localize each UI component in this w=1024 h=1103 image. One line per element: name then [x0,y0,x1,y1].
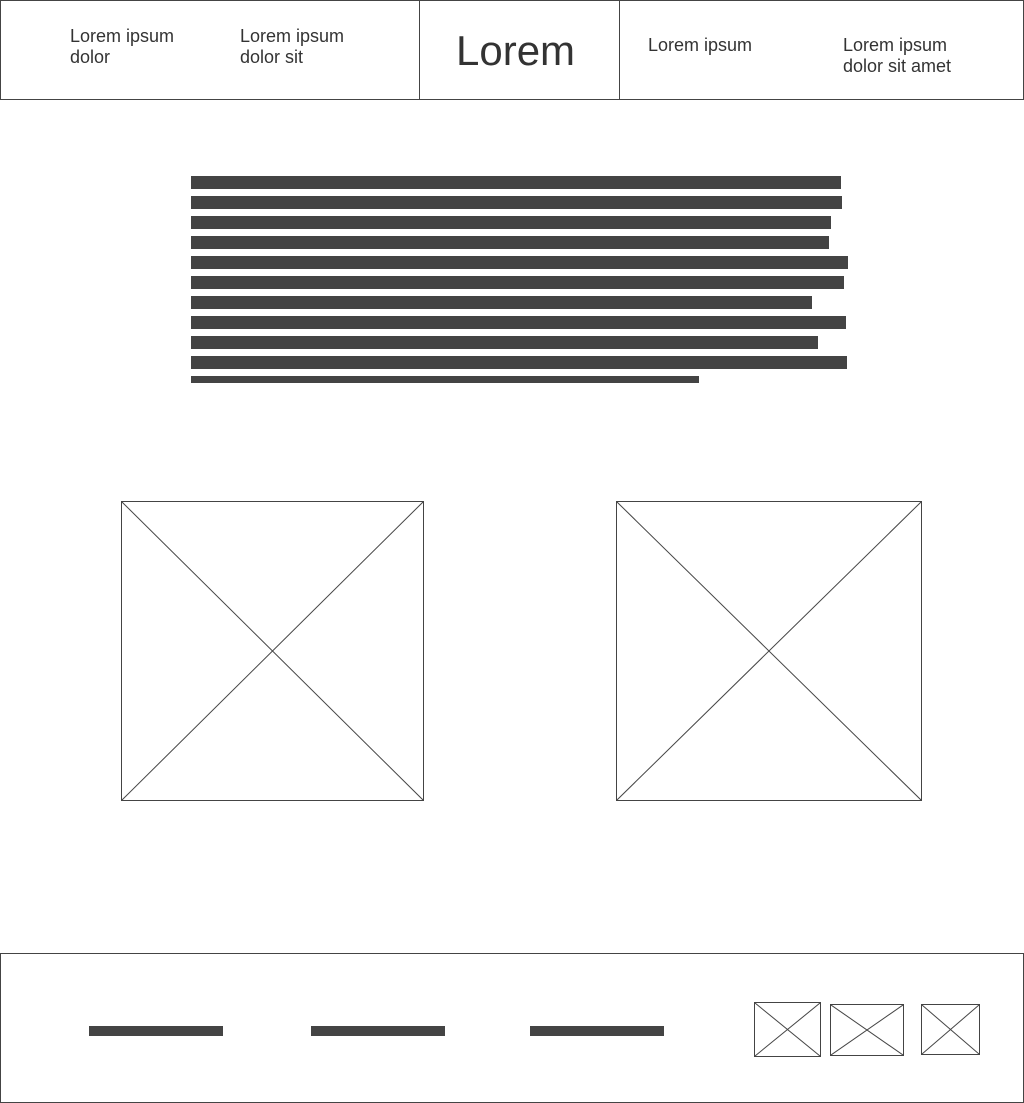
text-line [191,276,844,289]
text-line [191,236,829,249]
nav-item-3[interactable]: Lorem ipsum [648,35,788,56]
social-icon-1[interactable] [754,1002,821,1057]
text-line [191,176,841,189]
image-placeholder-icon [121,501,424,801]
footer-link-1[interactable] [89,1026,223,1036]
nav-item-4[interactable]: Lorem ipsum dolor sit amet [843,35,963,77]
text-line [191,256,848,269]
text-line [191,196,842,209]
nav-item-1[interactable]: Lorem ipsum dolor [70,26,180,68]
site-logo[interactable]: Lorem [456,28,575,74]
nav-item-2[interactable]: Lorem ipsum dolor sit [240,26,355,68]
text-line [191,296,812,309]
footer-link-2[interactable] [311,1026,445,1036]
text-line [191,216,831,229]
social-icon-3[interactable] [921,1004,980,1055]
image-placeholder-icon [616,501,922,801]
footer-link-3[interactable] [530,1026,664,1036]
social-icon-2[interactable] [830,1004,904,1056]
header-left-nav [0,0,420,100]
text-line [191,376,699,383]
text-line [191,336,818,349]
text-line [191,356,847,369]
text-line [191,316,846,329]
